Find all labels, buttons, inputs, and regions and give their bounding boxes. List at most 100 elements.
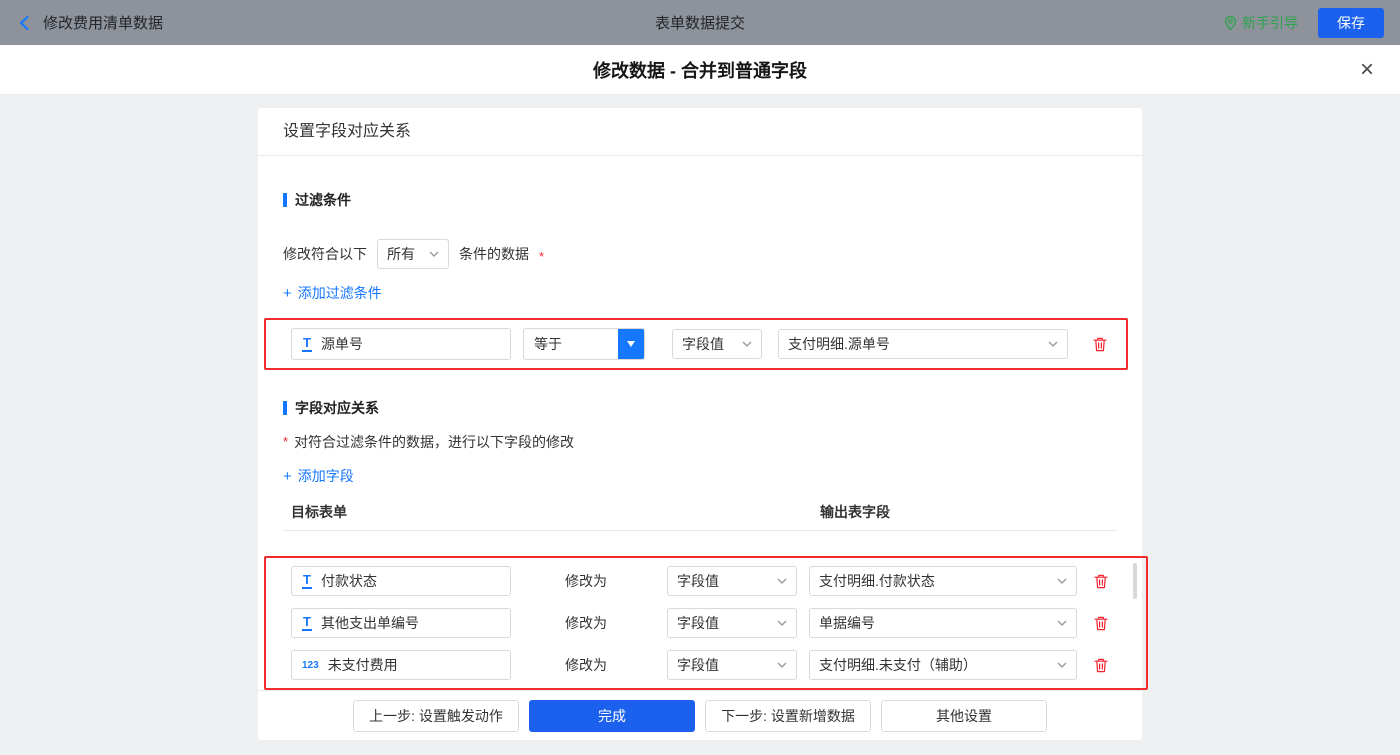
operator-value: 等于 [524,329,618,359]
mapping-description-line: * 对符合过滤条件的数据，进行以下字段的修改 [283,432,1117,452]
save-button[interactable]: 保存 [1318,8,1384,38]
section-marker [283,193,287,207]
match-mode-value: 所有 [387,244,415,264]
condition-suffix: 条件的数据 [459,244,529,264]
mapping-value-type-select[interactable]: 字段值 [667,566,797,596]
chevron-down-icon [1048,341,1058,347]
mapping-value: 支付明细.未支付（辅助） [819,655,977,675]
mapping-row: T 其他支出单编号 修改为 字段值 单据编号 [291,606,1146,640]
required-mark: * [283,434,288,449]
text-field-type-icon: T [302,615,312,631]
mapping-value-select[interactable]: 支付明细.未支付（辅助） [809,650,1077,680]
close-icon[interactable]: × [1360,58,1374,82]
plus-icon: + [283,468,292,485]
chevron-down-icon [1057,620,1067,626]
mapping-value-type-select[interactable]: 字段值 [667,650,797,680]
mapping-field-input[interactable]: T 付款状态 [291,566,511,596]
column-header-output-field: 输出表字段 [820,502,890,522]
filter-condition-line: 修改符合以下 所有 条件的数据 * [283,239,1117,269]
chevron-down-icon [777,662,787,668]
mapping-section-label: 字段对应关系 [295,398,379,418]
card-header-title: 设置字段对应关系 [258,108,1142,156]
chevron-down-icon [742,341,752,347]
chevron-down-icon [777,578,787,584]
caret-down-icon [627,341,635,347]
mapping-value-select[interactable]: 支付明细.付款状态 [809,566,1077,596]
guide-label: 新手引导 [1242,13,1298,33]
section-marker [283,401,287,415]
column-header-target-form: 目标表单 [291,502,820,522]
annotation-box-mapping-rows: T 付款状态 修改为 字段值 支付明细.付款状态 [264,556,1148,690]
card-body: 过滤条件 修改符合以下 所有 条件的数据 * + 添加过滤条件 T 源单号 [258,156,1142,690]
text-field-type-icon: T [302,336,312,352]
topbar-actions: 新手引导 保存 [1044,8,1384,38]
filter-section-title: 过滤条件 [283,190,1117,210]
condition-prefix: 修改符合以下 [283,244,367,264]
filter-value-select[interactable]: 支付明细.源单号 [778,329,1068,359]
page-title: 表单数据提交 [356,12,1044,33]
add-filter-condition-link[interactable]: + 添加过滤条件 [283,283,382,303]
mapping-field-name: 付款状态 [321,571,377,591]
mapping-row: T 付款状态 修改为 字段值 支付明细.付款状态 [291,564,1146,598]
mapping-field-input[interactable]: 123 未支付费用 [291,650,511,680]
filter-value-type-select[interactable]: 字段值 [672,329,762,359]
settings-card: 设置字段对应关系 过滤条件 修改符合以下 所有 条件的数据 * + 添加过滤条件 [258,108,1142,740]
mapping-section-title: 字段对应关系 [283,398,1117,418]
mapping-description: 对符合过滤条件的数据，进行以下字段的修改 [294,432,574,452]
delete-mapping-row-icon[interactable] [1093,615,1109,632]
mapping-value: 支付明细.付款状态 [819,571,935,591]
text-field-type-icon: T [302,573,312,589]
filter-section-label: 过滤条件 [295,190,351,210]
mapping-field-name: 未支付费用 [328,655,398,675]
mapping-value-type: 字段值 [677,655,719,675]
operator-select[interactable]: 等于 [523,328,645,360]
location-pin-icon [1224,15,1237,31]
required-mark: * [539,249,544,264]
mapping-field-input[interactable]: T 其他支出单编号 [291,608,511,638]
modify-to-label: 修改为 [565,571,609,591]
next-step-button[interactable]: 下一步: 设置新增数据 [705,700,871,732]
mapping-value: 单据编号 [819,613,875,633]
filter-value: 支付明细.源单号 [788,334,890,354]
add-field-link[interactable]: + 添加字段 [283,466,354,486]
finish-button[interactable]: 完成 [529,700,695,732]
back-label[interactable]: 修改费用清单数据 [43,12,163,33]
filter-field-input[interactable]: T 源单号 [291,328,511,360]
plus-icon: + [283,285,292,302]
operator-caret-button[interactable] [618,329,644,359]
mapping-table-headers: 目标表单 输出表字段 [283,502,1117,522]
modify-to-label: 修改为 [565,655,609,675]
chevron-down-icon [777,620,787,626]
delete-mapping-row-icon[interactable] [1093,573,1109,590]
modify-to-label: 修改为 [565,613,609,633]
mapping-value-type-select[interactable]: 字段值 [667,608,797,638]
divider [283,530,1117,531]
beginner-guide-link[interactable]: 新手引导 [1224,13,1298,33]
delete-mapping-row-icon[interactable] [1093,657,1109,674]
annotation-box-filter-row: T 源单号 等于 字段值 支付明细.源单号 [264,318,1128,370]
back-icon[interactable] [16,14,34,32]
prev-step-button[interactable]: 上一步: 设置触发动作 [353,700,519,732]
number-field-type-icon: 123 [302,660,319,671]
chevron-down-icon [429,251,439,257]
dialog-title: 修改数据 - 合并到普通字段 [593,57,807,83]
dialog-content: 设置字段对应关系 过滤条件 修改符合以下 所有 条件的数据 * + 添加过滤条件 [0,95,1400,755]
mapping-field-name: 其他支出单编号 [321,613,419,633]
mapping-value-select[interactable]: 单据编号 [809,608,1077,638]
other-settings-button[interactable]: 其他设置 [881,700,1047,732]
dialog-header: 修改数据 - 合并到普通字段 × [0,45,1400,95]
chevron-down-icon [1057,662,1067,668]
scrollbar-thumb[interactable] [1133,563,1137,599]
mapping-value-type: 字段值 [677,613,719,633]
match-mode-select[interactable]: 所有 [377,239,449,269]
filter-field-name: 源单号 [321,334,363,354]
filter-value-type: 字段值 [682,334,724,354]
topbar-back-group: 修改费用清单数据 [16,12,356,33]
mapping-value-type: 字段值 [677,571,719,591]
add-filter-condition-label: 添加过滤条件 [298,283,382,303]
delete-filter-row-icon[interactable] [1092,336,1108,353]
add-field-label: 添加字段 [298,466,354,486]
topbar: 修改费用清单数据 表单数据提交 新手引导 保存 [0,0,1400,45]
card-footer: 上一步: 设置触发动作 完成 下一步: 设置新增数据 其他设置 [258,690,1142,740]
mapping-row: 123 未支付费用 修改为 字段值 支付明细.未支付（辅助） [291,648,1146,682]
